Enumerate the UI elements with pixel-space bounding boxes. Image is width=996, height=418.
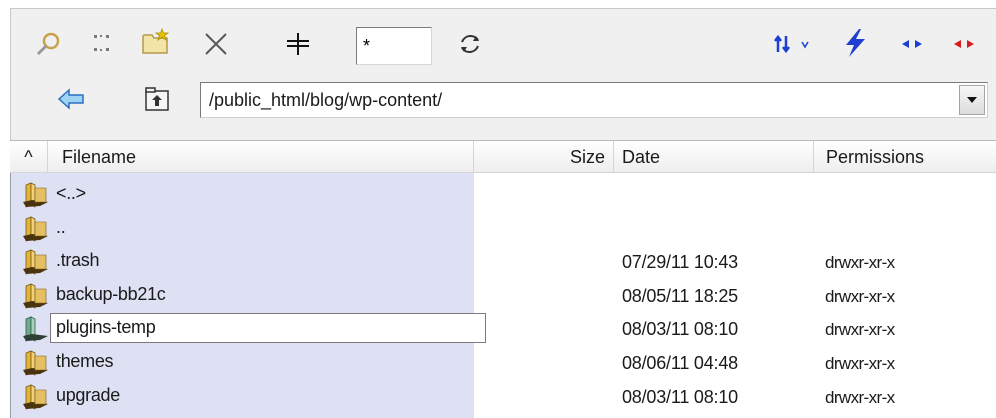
sort-indicator[interactable]: ^ [10, 141, 48, 173]
sort-icon[interactable] [771, 29, 817, 59]
file-name[interactable]: plugins-temp [56, 317, 156, 338]
file-permissions: drwxr-xr-x [825, 253, 895, 273]
folder-icon [20, 247, 50, 282]
file-row[interactable]: themes 08/06/11 04:48 drwxr-xr-x [10, 346, 996, 379]
search-icon[interactable] [33, 29, 63, 59]
folder-icon [20, 214, 50, 249]
file-date: 08/05/11 18:25 [622, 285, 738, 306]
size-column-header[interactable]: Size [474, 141, 614, 173]
file-name: themes [56, 351, 114, 371]
parent-folder-icon[interactable] [141, 83, 173, 115]
folder-icon [20, 314, 50, 349]
select-icon[interactable] [87, 29, 117, 59]
file-date: 08/03/11 08:10 [622, 319, 738, 340]
bolt-icon[interactable] [837, 25, 873, 61]
file-permissions: drwxr-xr-x [825, 387, 895, 407]
file-name: .trash [56, 250, 100, 271]
permissions-column-header[interactable]: Permissions [814, 141, 996, 173]
folder-icon [20, 382, 50, 417]
file-row[interactable]: plugins-temp 08/03/11 08:10 drwxr-xr-x [10, 312, 996, 345]
file-row[interactable]: <..> [10, 178, 996, 211]
back-arrow-icon[interactable] [55, 85, 87, 113]
file-date: 08/03/11 08:10 [622, 386, 738, 407]
new-folder-icon[interactable] [139, 25, 173, 59]
blue-arrows-icon[interactable] [897, 31, 927, 57]
file-date: 08/06/11 04:48 [622, 353, 738, 373]
folder-icon [20, 281, 50, 316]
filter-input[interactable] [356, 27, 432, 65]
dropdown-arrow-icon[interactable] [959, 85, 985, 115]
file-row[interactable]: .. [10, 212, 996, 245]
folder-icon [20, 180, 50, 215]
file-row[interactable]: .trash 07/29/11 10:43 drwxr-xr-x [10, 245, 996, 278]
file-name: backup-bb21c [56, 283, 166, 304]
file-permissions: drwxr-xr-x [825, 354, 895, 373]
toolbar-panel: /public_html/blog/wp-content/ [10, 8, 996, 140]
red-arrows-icon[interactable] [949, 31, 979, 57]
path-text[interactable]: /public_html/blog/wp-content/ [209, 90, 442, 111]
add-icon[interactable] [281, 27, 315, 61]
file-name: upgrade [56, 384, 120, 405]
filename-column-header[interactable]: Filename [48, 141, 474, 173]
delete-icon[interactable] [199, 27, 233, 61]
file-name: .. [56, 216, 66, 237]
refresh-icon[interactable] [453, 27, 487, 61]
file-permissions: drwxr-xr-x [825, 320, 895, 340]
file-row[interactable]: upgrade 08/03/11 08:10 drwxr-xr-x [10, 380, 996, 413]
folder-icon [20, 348, 50, 383]
file-date: 07/29/11 10:43 [622, 252, 738, 273]
path-combo[interactable]: /public_html/blog/wp-content/ [200, 82, 988, 118]
column-header: ^ Filename Size Date Permissions [10, 140, 996, 173]
date-column-header[interactable]: Date [614, 141, 814, 173]
file-permissions: drwxr-xr-x [825, 286, 895, 306]
file-row[interactable]: backup-bb21c 08/05/11 18:25 drwxr-xr-x [10, 279, 996, 312]
file-name: <..> [56, 183, 86, 203]
